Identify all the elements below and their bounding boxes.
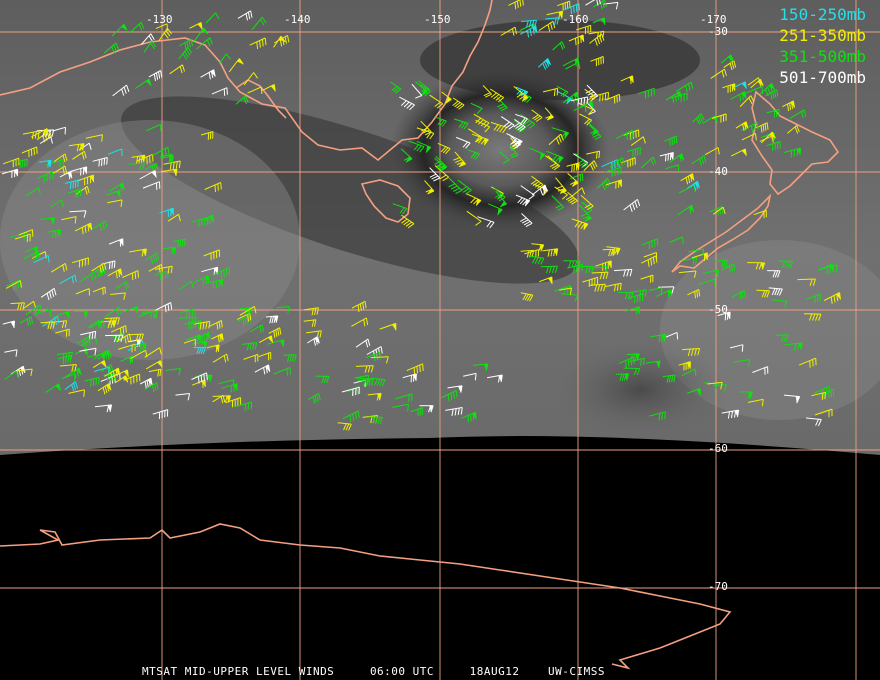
caption-product: MTSAT MID-UPPER LEVEL WINDS <box>142 665 335 678</box>
antarctica-coast <box>0 523 732 670</box>
lon-tick-160: -160 <box>562 13 589 26</box>
legend-level-150-250: 150-250mb <box>779 5 866 24</box>
legend-level-251-350: 251-350mb <box>779 26 866 45</box>
lat-tick-30: -30 <box>708 25 728 38</box>
legend-level-351-500: 351-500mb <box>779 47 866 66</box>
legend-level-501-700: 501-700mb <box>779 68 866 87</box>
lat-tick-70: -70 <box>708 580 728 593</box>
eddy-south <box>550 340 730 440</box>
lat-tick-50: -50 <box>708 303 728 316</box>
caption-source: UW-CIMSS <box>548 665 606 678</box>
lat-tick-40: -40 <box>708 165 728 178</box>
pressure-legend: 150-250mb 251-350mb 351-500mb 501-700mb <box>779 4 866 88</box>
map-canvas <box>0 0 880 680</box>
image-caption: MTSAT MID-UPPER LEVEL WINDS 06:00 UTC 18… <box>0 665 880 678</box>
caption-time: 06:00 UTC <box>369 665 435 678</box>
caption-date: 18AUG12 <box>469 665 520 678</box>
satellite-wind-map: -130 -140 -150 -160 -170 -30 -40 -50 -60… <box>0 0 880 680</box>
lat-tick-60: -60 <box>708 442 728 455</box>
lon-tick-130: -130 <box>146 13 173 26</box>
lon-tick-140: -140 <box>284 13 311 26</box>
lon-tick-150: -150 <box>424 13 451 26</box>
